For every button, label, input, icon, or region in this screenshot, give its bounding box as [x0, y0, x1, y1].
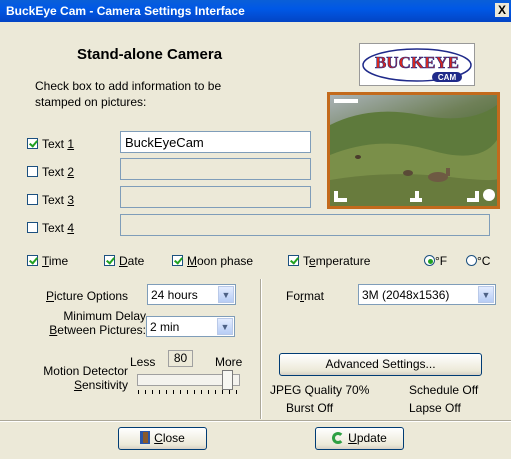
buckeye-logo: BUCKEYE CAM	[359, 43, 475, 86]
window-titlebar: BuckEye Cam - Camera Settings Interface …	[0, 0, 511, 22]
page-title: Stand-alone Camera	[77, 46, 223, 63]
chevron-down-icon[interactable]: ▼	[218, 286, 234, 303]
checkbox-icon	[27, 166, 38, 177]
format-label: Format	[286, 289, 325, 303]
fahrenheit-radio[interactable]: °F	[424, 254, 447, 268]
checkbox-icon	[27, 138, 38, 149]
lapse-status: Lapse Off	[409, 401, 461, 415]
close-button[interactable]: Close	[118, 427, 207, 450]
advanced-settings-button[interactable]: Advanced Settings...	[279, 353, 482, 376]
svg-text:BUCKEYE: BUCKEYE	[375, 53, 459, 72]
picture-options-label: Picture Options	[46, 289, 129, 303]
min-delay-select[interactable]: 2 min ▼	[146, 316, 235, 337]
text1-checkbox[interactable]: Text 1	[27, 137, 74, 151]
svg-text:CAM: CAM	[438, 73, 457, 82]
text2-checkbox[interactable]: Text 2	[27, 165, 74, 179]
time-checkbox[interactable]: Time	[27, 254, 68, 268]
text1-field[interactable]: BuckEyeCam	[120, 131, 311, 153]
checkbox-icon	[104, 255, 115, 266]
text4-field[interactable]	[120, 214, 490, 236]
checkbox-icon	[27, 255, 38, 266]
vertical-divider	[260, 279, 262, 419]
picture-options-select[interactable]: 24 hours ▼	[147, 284, 236, 305]
horizontal-divider	[0, 420, 511, 422]
chevron-down-icon[interactable]: ▼	[217, 318, 233, 335]
slider-more-label: More	[215, 355, 243, 369]
refresh-icon	[332, 432, 345, 444]
date-checkbox[interactable]: Date	[104, 254, 144, 268]
checkbox-icon	[27, 222, 38, 233]
format-select[interactable]: 3M (2048x1536) ▼	[358, 284, 496, 305]
jpeg-quality-status: JPEG Quality 70%	[270, 383, 370, 397]
text3-field[interactable]	[120, 186, 311, 208]
slider-less-label: Less	[130, 355, 156, 369]
min-delay-label: Minimum Delay Between Pictures:	[49, 309, 146, 337]
burst-status: Burst Off	[286, 401, 334, 415]
celsius-radio[interactable]: °C	[466, 254, 490, 268]
moon-phase-checkbox[interactable]: Moon phase	[172, 254, 253, 268]
instructions-text: Check box to add information to be stamp…	[35, 79, 222, 109]
close-door-icon	[140, 431, 151, 444]
text4-checkbox[interactable]: Text 4	[27, 221, 74, 235]
temperature-checkbox[interactable]: Temperature	[288, 254, 370, 268]
camera-preview-image	[327, 92, 500, 209]
motion-sensitivity-label: Motion Detector Sensitivity	[43, 364, 128, 392]
text3-checkbox[interactable]: Text 3	[27, 193, 74, 207]
checkbox-icon	[288, 255, 299, 266]
checkbox-icon	[27, 194, 38, 205]
update-button[interactable]: Update	[315, 427, 404, 450]
text2-field[interactable]	[120, 158, 311, 180]
slider-ticks	[138, 390, 238, 394]
window-title: BuckEye Cam - Camera Settings Interface	[6, 4, 245, 18]
sensitivity-slider-thumb[interactable]	[222, 370, 233, 390]
sensitivity-value: 80	[168, 350, 193, 367]
schedule-status: Schedule Off	[409, 383, 479, 397]
checkbox-icon	[172, 255, 183, 266]
window-close-button[interactable]: X	[495, 3, 509, 17]
radio-icon	[466, 255, 477, 266]
radio-icon	[424, 255, 435, 266]
chevron-down-icon[interactable]: ▼	[478, 286, 494, 303]
